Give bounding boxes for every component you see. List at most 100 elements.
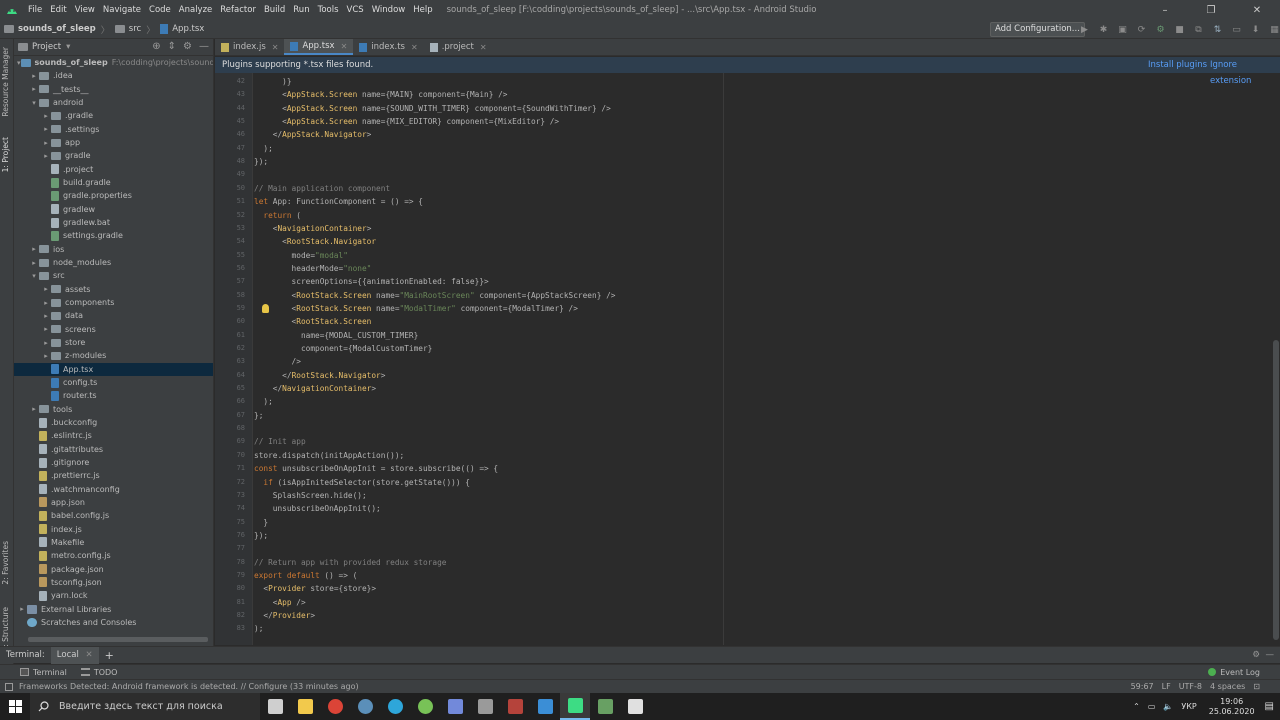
add-configuration-button[interactable]: Add Configuration... (990, 22, 1085, 37)
code-line[interactable]: ); (254, 395, 272, 408)
clock[interactable]: 19:06 25.06.2020 (1209, 697, 1255, 717)
tree-item[interactable]: ▸ gradle (14, 149, 213, 162)
intention-bulb-icon[interactable] (262, 303, 269, 313)
sync-gradle-icon[interactable]: ⇅ (1211, 23, 1224, 36)
taskbar-app-app-editor[interactable] (470, 693, 500, 720)
android-sync-icon[interactable]: ⚙ (1154, 23, 1167, 36)
code-line[interactable]: store.dispatch(initAppAction()); (254, 449, 404, 462)
tree-item[interactable]: .prettierrc.js (14, 469, 213, 482)
menu-view[interactable]: View (71, 0, 99, 20)
breadcrumb-src[interactable]: src (111, 24, 145, 34)
collapse-all-icon[interactable]: ⇕ (168, 41, 176, 52)
taskbar-app-steam[interactable] (350, 693, 380, 720)
code-line[interactable]: ); (254, 142, 272, 155)
editor-gutter[interactable]: 42 43 44 45 46 47 48 49 50 51 52 53 54 55 56 57 58 59 60 61… (215, 73, 253, 645)
minimize-button[interactable]: – (1142, 0, 1188, 20)
close-icon[interactable]: ✕ (86, 650, 93, 660)
chevron-up-icon[interactable]: ⌃ (1133, 702, 1140, 711)
coverage-icon[interactable]: ▣ (1116, 23, 1129, 36)
debug-icon[interactable]: ✱ (1097, 23, 1110, 36)
menu-edit[interactable]: Edit (46, 0, 70, 20)
tree-item[interactable]: ▸ External Libraries (14, 602, 213, 615)
chevron-right-icon[interactable]: ▸ (41, 152, 51, 160)
tree-item[interactable]: ▸ .idea (14, 69, 213, 82)
tree-item[interactable]: babel.config.js (14, 509, 213, 522)
menu-window[interactable]: Window (368, 0, 410, 20)
tree-item[interactable]: package.json (14, 562, 213, 575)
menu-code[interactable]: Code (145, 0, 175, 20)
indent-setting[interactable]: 4 spaces (1210, 680, 1245, 694)
gear-icon[interactable]: ⚙ (183, 41, 192, 52)
tree-item[interactable]: ▸ data (14, 309, 213, 322)
chevron-right-icon[interactable]: ▸ (41, 125, 51, 133)
tree-item[interactable]: Scratches and Consoles (14, 616, 213, 629)
tree-item[interactable]: metro.config.js (14, 549, 213, 562)
chevron-down-icon[interactable]: ▾ (29, 99, 39, 107)
taskbar-app-task-view[interactable] (260, 693, 290, 720)
code-line[interactable]: component={ModalCustomTimer} (254, 342, 432, 355)
tree-item[interactable]: .gitattributes (14, 443, 213, 456)
status-message[interactable]: Frameworks Detected: Android framework i… (19, 682, 359, 691)
tree-item[interactable]: ▸ tools (14, 403, 213, 416)
taskbar-app-window-app[interactable] (620, 693, 650, 720)
code-line[interactable]: // Return app with provided redux storag… (254, 556, 446, 569)
code-line[interactable]: ); (254, 622, 263, 635)
code-line[interactable]: if (isAppInitedSelector(store.getState()… (254, 476, 470, 489)
editor-tab[interactable]: App.tsx ✕ (284, 39, 354, 55)
taskbar-app-android-studio[interactable] (560, 693, 590, 720)
attach-debugger-icon[interactable]: ⧉ (1192, 23, 1205, 36)
code-line[interactable]: </AppStack.Navigator> (254, 128, 372, 141)
tree-item[interactable]: .eslintrc.js (14, 429, 213, 442)
tree-item[interactable]: .watchmanconfig (14, 483, 213, 496)
chevron-right-icon[interactable]: ▸ (41, 285, 51, 293)
code-line[interactable]: // Main application component (254, 182, 390, 195)
code-line[interactable]: unsubscribeOnAppInit(); (254, 502, 381, 515)
tree-item[interactable]: ▸ node_modules (14, 256, 213, 269)
network-icon[interactable]: ▭ (1148, 702, 1156, 711)
tree-item[interactable]: ▸ .settings (14, 123, 213, 136)
code-line[interactable]: export default () => ( (254, 569, 357, 582)
code-line[interactable]: SplashScreen.hide(); (254, 489, 367, 502)
chevron-right-icon[interactable]: ▸ (41, 325, 51, 333)
tree-item[interactable]: index.js (14, 522, 213, 535)
menu-build[interactable]: Build (260, 0, 289, 20)
code-line[interactable]: <RootStack.Navigator (254, 235, 376, 248)
taskbar-search[interactable]: Введите здесь текст для поиска (30, 693, 260, 720)
taskbar-app-file-explorer[interactable] (290, 693, 320, 720)
tree-item[interactable]: yarn.lock (14, 589, 213, 602)
code-line[interactable]: <AppStack.Screen name={MAIN} component={… (254, 88, 507, 101)
editor-tab[interactable]: index.js ✕ (215, 39, 284, 55)
code-line[interactable]: const unsubscribeOnAppInit = store.subsc… (254, 462, 498, 475)
taskbar-app-discord[interactable] (440, 693, 470, 720)
tree-item[interactable]: ▸ app (14, 136, 213, 149)
tree-item[interactable]: router.ts (14, 389, 213, 402)
tree-item[interactable]: settings.gradle (14, 229, 213, 242)
code-line[interactable]: <AppStack.Screen name={MIX_EDITOR} compo… (254, 115, 559, 128)
editor-vertical-scrollbar[interactable] (1273, 340, 1279, 640)
tree-item[interactable]: App.tsx (14, 362, 213, 376)
chevron-down-icon[interactable]: ▾ (29, 272, 39, 280)
chevron-right-icon[interactable]: ▸ (29, 259, 39, 267)
menu-run[interactable]: Run (289, 0, 313, 20)
tree-item[interactable]: app.json (14, 496, 213, 509)
locate-file-icon[interactable]: ⊕ (152, 41, 160, 52)
tree-item[interactable]: build.gradle (14, 176, 213, 189)
tree-item[interactable]: ▾ sounds_of_sleep F:\codding\projects\soun… (14, 56, 213, 69)
menu-vcs[interactable]: VCS (343, 0, 368, 20)
stop-icon[interactable]: ■ (1173, 23, 1186, 36)
hide-panel-icon[interactable]: — (199, 41, 209, 52)
code-line[interactable]: </RootStack.Navigator> (254, 369, 385, 382)
line-separator[interactable]: LF (1162, 680, 1171, 694)
caret-position[interactable]: 59:67 (1131, 680, 1154, 694)
code-line[interactable]: let App: FunctionComponent = () => { (254, 195, 423, 208)
project-view-selector[interactable]: Project (32, 42, 61, 52)
code-line[interactable]: </NavigationContainer> (254, 382, 376, 395)
horizontal-scrollbar[interactable] (28, 637, 208, 642)
code-line[interactable]: name={MODAL_CUSTOM_TIMER} (254, 329, 418, 342)
code-line[interactable]: /> (254, 355, 301, 368)
close-icon[interactable]: ✕ (480, 43, 487, 52)
install-plugins-link[interactable]: Install plugins (1148, 57, 1207, 73)
code-editor[interactable]: )} <AppStack.Screen name={MAIN} componen… (254, 73, 1272, 645)
tree-item[interactable]: ▸ screens (14, 323, 213, 336)
code-line[interactable]: } (254, 516, 268, 529)
